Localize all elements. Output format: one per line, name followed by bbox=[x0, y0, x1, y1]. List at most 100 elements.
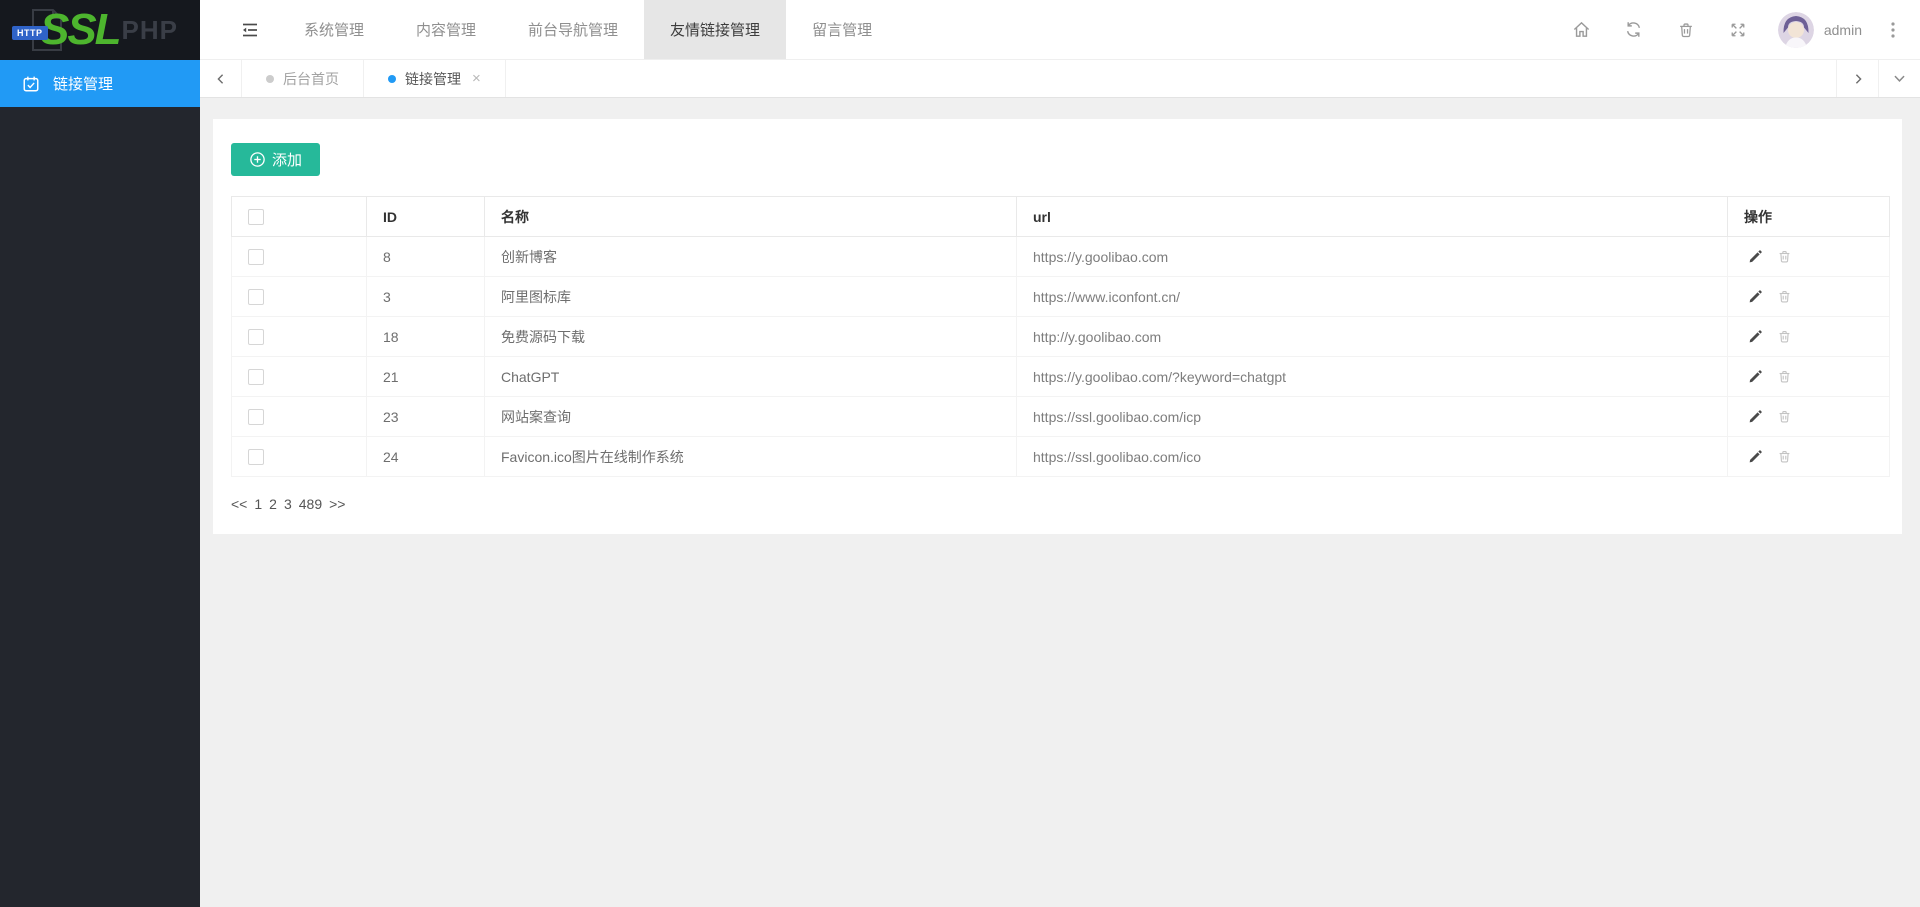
table-row: 8 创新博客 https://y.goolibao.com bbox=[232, 237, 1890, 277]
nav-item-label: 系统管理 bbox=[304, 19, 364, 40]
trash-icon[interactable] bbox=[1660, 0, 1712, 60]
nav-item-label: 友情链接管理 bbox=[670, 19, 760, 40]
tabs-scroll-left-icon[interactable] bbox=[200, 60, 242, 97]
add-button[interactable]: 添加 bbox=[231, 143, 320, 176]
nav-item[interactable]: 友情链接管理 bbox=[644, 0, 786, 59]
row-checkbox[interactable] bbox=[248, 369, 264, 385]
nav-item[interactable]: 前台导航管理 bbox=[502, 0, 644, 59]
http-badge: HTTP bbox=[12, 26, 48, 40]
header-name: 名称 bbox=[485, 197, 1017, 237]
delete-icon[interactable] bbox=[1774, 286, 1796, 308]
cell-id: 24 bbox=[367, 437, 485, 477]
delete-icon[interactable] bbox=[1774, 326, 1796, 348]
kebab-menu-icon[interactable] bbox=[1876, 0, 1910, 60]
menu-collapse-icon[interactable] bbox=[222, 0, 278, 59]
cell-name: Favicon.ico图片在线制作系统 bbox=[485, 437, 1017, 477]
row-checkbox[interactable] bbox=[248, 329, 264, 345]
logo-ssl-text: SSL bbox=[40, 5, 120, 55]
home-icon[interactable] bbox=[1556, 0, 1608, 60]
header-actions: 操作 bbox=[1728, 197, 1890, 237]
nav-item-label: 前台导航管理 bbox=[528, 19, 618, 40]
tab-close-icon[interactable]: × bbox=[472, 71, 481, 86]
edit-icon[interactable] bbox=[1744, 246, 1766, 268]
row-checkbox[interactable] bbox=[248, 249, 264, 265]
links-table: ID 名称 url 操作 8 创新博客 https://y.goolibao.c… bbox=[231, 196, 1890, 477]
row-checkbox[interactable] bbox=[248, 409, 264, 425]
tab-dot-icon bbox=[388, 75, 396, 83]
row-checkbox[interactable] bbox=[248, 289, 264, 305]
cell-id: 23 bbox=[367, 397, 485, 437]
tab[interactable]: 后台首页 bbox=[242, 60, 364, 97]
cell-name: ChatGPT bbox=[485, 357, 1017, 397]
cell-id: 8 bbox=[367, 237, 485, 277]
cell-name: 网站案查询 bbox=[485, 397, 1017, 437]
edit-icon[interactable] bbox=[1744, 446, 1766, 468]
avatar bbox=[1778, 12, 1814, 48]
header-url: url bbox=[1017, 197, 1728, 237]
edit-icon[interactable] bbox=[1744, 366, 1766, 388]
main-content: 添加 ID 名称 url 操作 8 创新博客 https://y.gooliba… bbox=[200, 98, 1920, 907]
page-link[interactable]: 2 bbox=[269, 496, 277, 512]
fullscreen-icon[interactable] bbox=[1712, 0, 1764, 60]
cell-name: 阿里图标库 bbox=[485, 277, 1017, 317]
table-header-row: ID 名称 url 操作 bbox=[232, 197, 1890, 237]
app-logo: HTTP SSL PHP bbox=[0, 0, 200, 60]
refresh-icon[interactable] bbox=[1608, 0, 1660, 60]
tabs-dropdown-icon[interactable] bbox=[1878, 60, 1920, 97]
username: admin bbox=[1824, 22, 1862, 38]
links-table-body: 8 创新博客 https://y.goolibao.com 3 阿里图标 bbox=[232, 237, 1890, 477]
cell-url: http://y.goolibao.com bbox=[1017, 317, 1728, 357]
cell-id: 18 bbox=[367, 317, 485, 357]
tab-strip: 后台首页 链接管理 × bbox=[242, 60, 506, 97]
cell-id: 3 bbox=[367, 277, 485, 317]
tabs-scroll-right-icon[interactable] bbox=[1836, 60, 1878, 97]
edit-icon[interactable] bbox=[1744, 286, 1766, 308]
cell-url: https://y.goolibao.com/?keyword=chatgpt bbox=[1017, 357, 1728, 397]
nav-menu: 系统管理 内容管理 前台导航管理 友情链接管理 留言管理 bbox=[278, 0, 898, 59]
edit-icon[interactable] bbox=[1744, 406, 1766, 428]
tabbar: 后台首页 链接管理 × bbox=[200, 60, 1920, 98]
tab-label: 链接管理 bbox=[405, 69, 461, 89]
logo-php-text: PHP bbox=[122, 15, 178, 46]
row-checkbox[interactable] bbox=[248, 449, 264, 465]
page-link[interactable]: << bbox=[231, 496, 247, 512]
tab-label: 后台首页 bbox=[283, 69, 339, 89]
cell-url: https://www.iconfont.cn/ bbox=[1017, 277, 1728, 317]
user-menu[interactable]: admin bbox=[1764, 12, 1876, 48]
plus-circle-icon bbox=[249, 151, 266, 168]
nav-item[interactable]: 内容管理 bbox=[390, 0, 502, 59]
cell-name: 创新博客 bbox=[485, 237, 1017, 277]
tab-spacer bbox=[506, 60, 1836, 97]
nav-item-label: 留言管理 bbox=[812, 19, 872, 40]
header-id: ID bbox=[367, 197, 485, 237]
cell-url: https://y.goolibao.com bbox=[1017, 237, 1728, 277]
cell-url: https://ssl.goolibao.com/icp bbox=[1017, 397, 1728, 437]
links-card: 添加 ID 名称 url 操作 8 创新博客 https://y.gooliba… bbox=[213, 119, 1902, 534]
topbar: HTTP SSL PHP 系统管理 内容管理 前台导航管理 友情链接管理 留言管… bbox=[0, 0, 1920, 60]
nav-item[interactable]: 系统管理 bbox=[278, 0, 390, 59]
delete-icon[interactable] bbox=[1774, 446, 1796, 468]
topbar-actions: admin bbox=[1556, 0, 1920, 59]
table-row: 21 ChatGPT https://y.goolibao.com/?keywo… bbox=[232, 357, 1890, 397]
sidebar-menu: 链接管理 bbox=[0, 60, 200, 107]
nav-item-label: 内容管理 bbox=[416, 19, 476, 40]
table-row: 18 免费源码下载 http://y.goolibao.com bbox=[232, 317, 1890, 357]
select-all-checkbox[interactable] bbox=[248, 209, 264, 225]
tab-dot-icon bbox=[266, 75, 274, 83]
cell-name: 免费源码下载 bbox=[485, 317, 1017, 357]
sidebar-item-label: 链接管理 bbox=[53, 73, 113, 94]
pagination: << 123 489 >> bbox=[231, 496, 1884, 512]
delete-icon[interactable] bbox=[1774, 246, 1796, 268]
delete-icon[interactable] bbox=[1774, 406, 1796, 428]
tab[interactable]: 链接管理 × bbox=[364, 60, 506, 97]
page-link[interactable]: 3 bbox=[284, 496, 292, 512]
page-link[interactable]: >> bbox=[329, 496, 345, 512]
nav-item[interactable]: 留言管理 bbox=[786, 0, 898, 59]
edit-icon[interactable] bbox=[1744, 326, 1766, 348]
delete-icon[interactable] bbox=[1774, 366, 1796, 388]
page-link[interactable]: 489 bbox=[299, 496, 322, 512]
sidebar-item-links[interactable]: 链接管理 bbox=[0, 60, 200, 107]
cell-id: 21 bbox=[367, 357, 485, 397]
table-row: 3 阿里图标库 https://www.iconfont.cn/ bbox=[232, 277, 1890, 317]
page-link[interactable]: 1 bbox=[254, 496, 262, 512]
